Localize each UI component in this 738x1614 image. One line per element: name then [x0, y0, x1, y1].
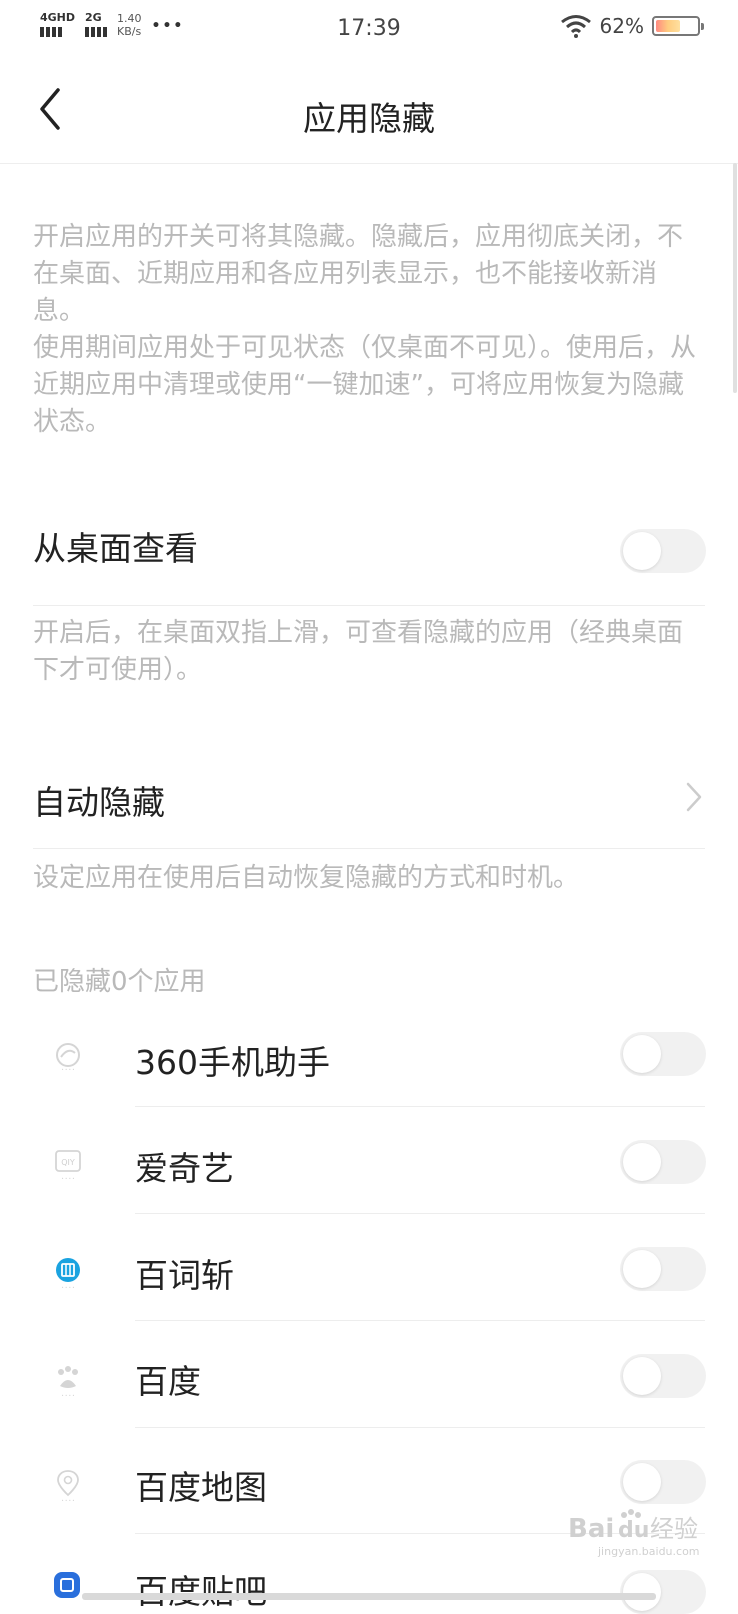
divider	[135, 1320, 705, 1321]
app-name: 360手机助手	[135, 1043, 330, 1082]
battery-fill	[656, 20, 680, 32]
intro-paragraph-2: 使用期间应用处于可见状态（仅桌面不可见）。使用后，从近期应用中清理或使用“一键加…	[33, 333, 697, 437]
svg-text:• • • •: • • • •	[61, 1285, 74, 1290]
battery-percent: 62%	[599, 14, 644, 38]
hidden-apps-count: 已隐藏0个应用	[33, 967, 206, 997]
app-name: 百度贴吧	[135, 1572, 267, 1611]
app-name: 爱奇艺	[135, 1149, 234, 1188]
app-name: 百度	[135, 1362, 201, 1401]
baidu-paw-logo: Bai du 经验 jingyan.baidu.com	[568, 1509, 700, 1558]
auto-hide-label[interactable]: 自动隐藏	[33, 776, 165, 824]
scrollbar[interactable]	[733, 163, 737, 393]
app-hide-toggle[interactable]	[620, 1354, 706, 1398]
view-from-desktop-toggle[interactable]	[620, 529, 706, 573]
divider	[33, 605, 705, 606]
app-hide-toggle[interactable]	[620, 1460, 706, 1504]
app-hide-toggle[interactable]	[620, 1247, 706, 1291]
svg-text:• • • •: • • • •	[61, 1067, 74, 1072]
battery-icon	[652, 16, 704, 36]
app-hide-toggle[interactable]	[620, 1140, 706, 1184]
header: 应用隐藏	[0, 60, 738, 164]
divider	[135, 1213, 705, 1214]
wifi-icon	[560, 15, 591, 38]
divider	[135, 1106, 705, 1107]
svg-text:du: du	[618, 1518, 649, 1543]
app-name: 百词斩	[135, 1256, 234, 1295]
toggle-knob	[623, 532, 661, 570]
chevron-right-icon[interactable]	[684, 780, 704, 814]
gesture-bar[interactable]	[82, 1593, 656, 1600]
svg-text:• • • •: • • • •	[61, 1176, 74, 1181]
view-from-desktop-label: 从桌面查看	[33, 529, 198, 568]
status-right: 62%	[560, 14, 704, 38]
svg-text:• • • •: • • • •	[61, 1498, 74, 1503]
svg-text:QIY: QIY	[61, 1158, 75, 1167]
toggle-knob	[623, 1357, 661, 1395]
iqiyi-icon: QIY • • • •	[55, 1150, 81, 1181]
360-assistant-icon: • • • •	[56, 1043, 80, 1072]
svg-text:经验: 经验	[650, 1515, 698, 1543]
svg-text:Bai: Bai	[568, 1514, 614, 1544]
intro-description: 开启应用的开关可将其隐藏。隐藏后，应用彻底关闭，不在桌面、近期应用和各应用列表显…	[33, 219, 705, 441]
app-hide-toggle[interactable]	[620, 1570, 706, 1614]
baicizhan-icon: • • • •	[56, 1258, 80, 1290]
intro-paragraph-1: 开启应用的开关可将其隐藏。隐藏后，应用彻底关闭，不在桌面、近期应用和各应用列表显…	[33, 222, 684, 326]
status-bar: 4GHD 2G 1.40 KB/s ••• 17:39 62%	[0, 0, 738, 60]
baidu-jingyan-watermark: Bai du 经验 jingyan.baidu.com	[568, 1505, 708, 1560]
baidu-tieba-icon	[54, 1572, 80, 1598]
toggle-knob	[623, 1035, 661, 1073]
baidu-icon: • • • •	[58, 1366, 78, 1398]
svg-text:• • • •: • • • •	[61, 1393, 74, 1398]
toggle-knob	[623, 1573, 661, 1611]
svg-text:jingyan.baidu.com: jingyan.baidu.com	[597, 1545, 700, 1558]
baidu-map-icon: • • • •	[57, 1470, 79, 1503]
divider	[33, 848, 705, 849]
view-from-desktop-description: 开启后，在桌面双指上滑，可查看隐藏的应用（经典桌面下才可使用）。	[33, 618, 684, 685]
divider	[135, 1427, 705, 1428]
page-title: 应用隐藏	[303, 99, 435, 138]
app-hide-toggle[interactable]	[620, 1032, 706, 1076]
toggle-knob	[623, 1250, 661, 1288]
toggle-knob	[623, 1463, 661, 1501]
app-name: 百度地图	[135, 1468, 267, 1507]
toggle-knob	[623, 1143, 661, 1181]
auto-hide-description: 设定应用在使用后自动恢复隐藏的方式和时机。	[33, 863, 580, 893]
